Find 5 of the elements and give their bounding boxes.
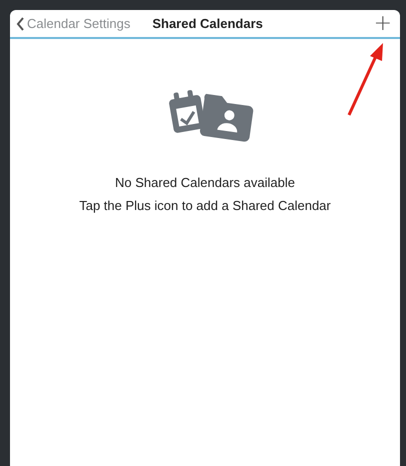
empty-message: No Shared Calendars available [115, 175, 295, 190]
add-button[interactable]: + [374, 12, 392, 34]
hint-text: Tap the Plus icon to add a Shared Calendar [79, 198, 331, 213]
chevron-left-icon [16, 16, 25, 30]
page-title: Shared Calendars [152, 16, 263, 31]
